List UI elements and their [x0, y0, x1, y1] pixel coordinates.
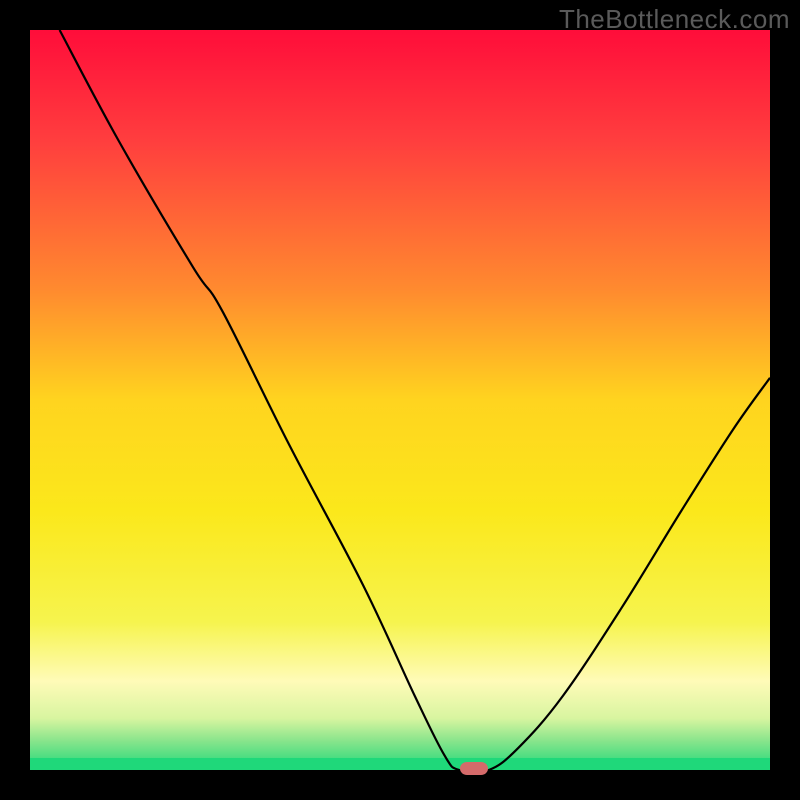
optimal-marker [460, 762, 488, 775]
chart-svg [0, 0, 800, 800]
plot-baseline [30, 758, 770, 770]
plot-background [30, 30, 770, 770]
watermark-text: TheBottleneck.com [559, 4, 790, 35]
bottleneck-chart: TheBottleneck.com [0, 0, 800, 800]
